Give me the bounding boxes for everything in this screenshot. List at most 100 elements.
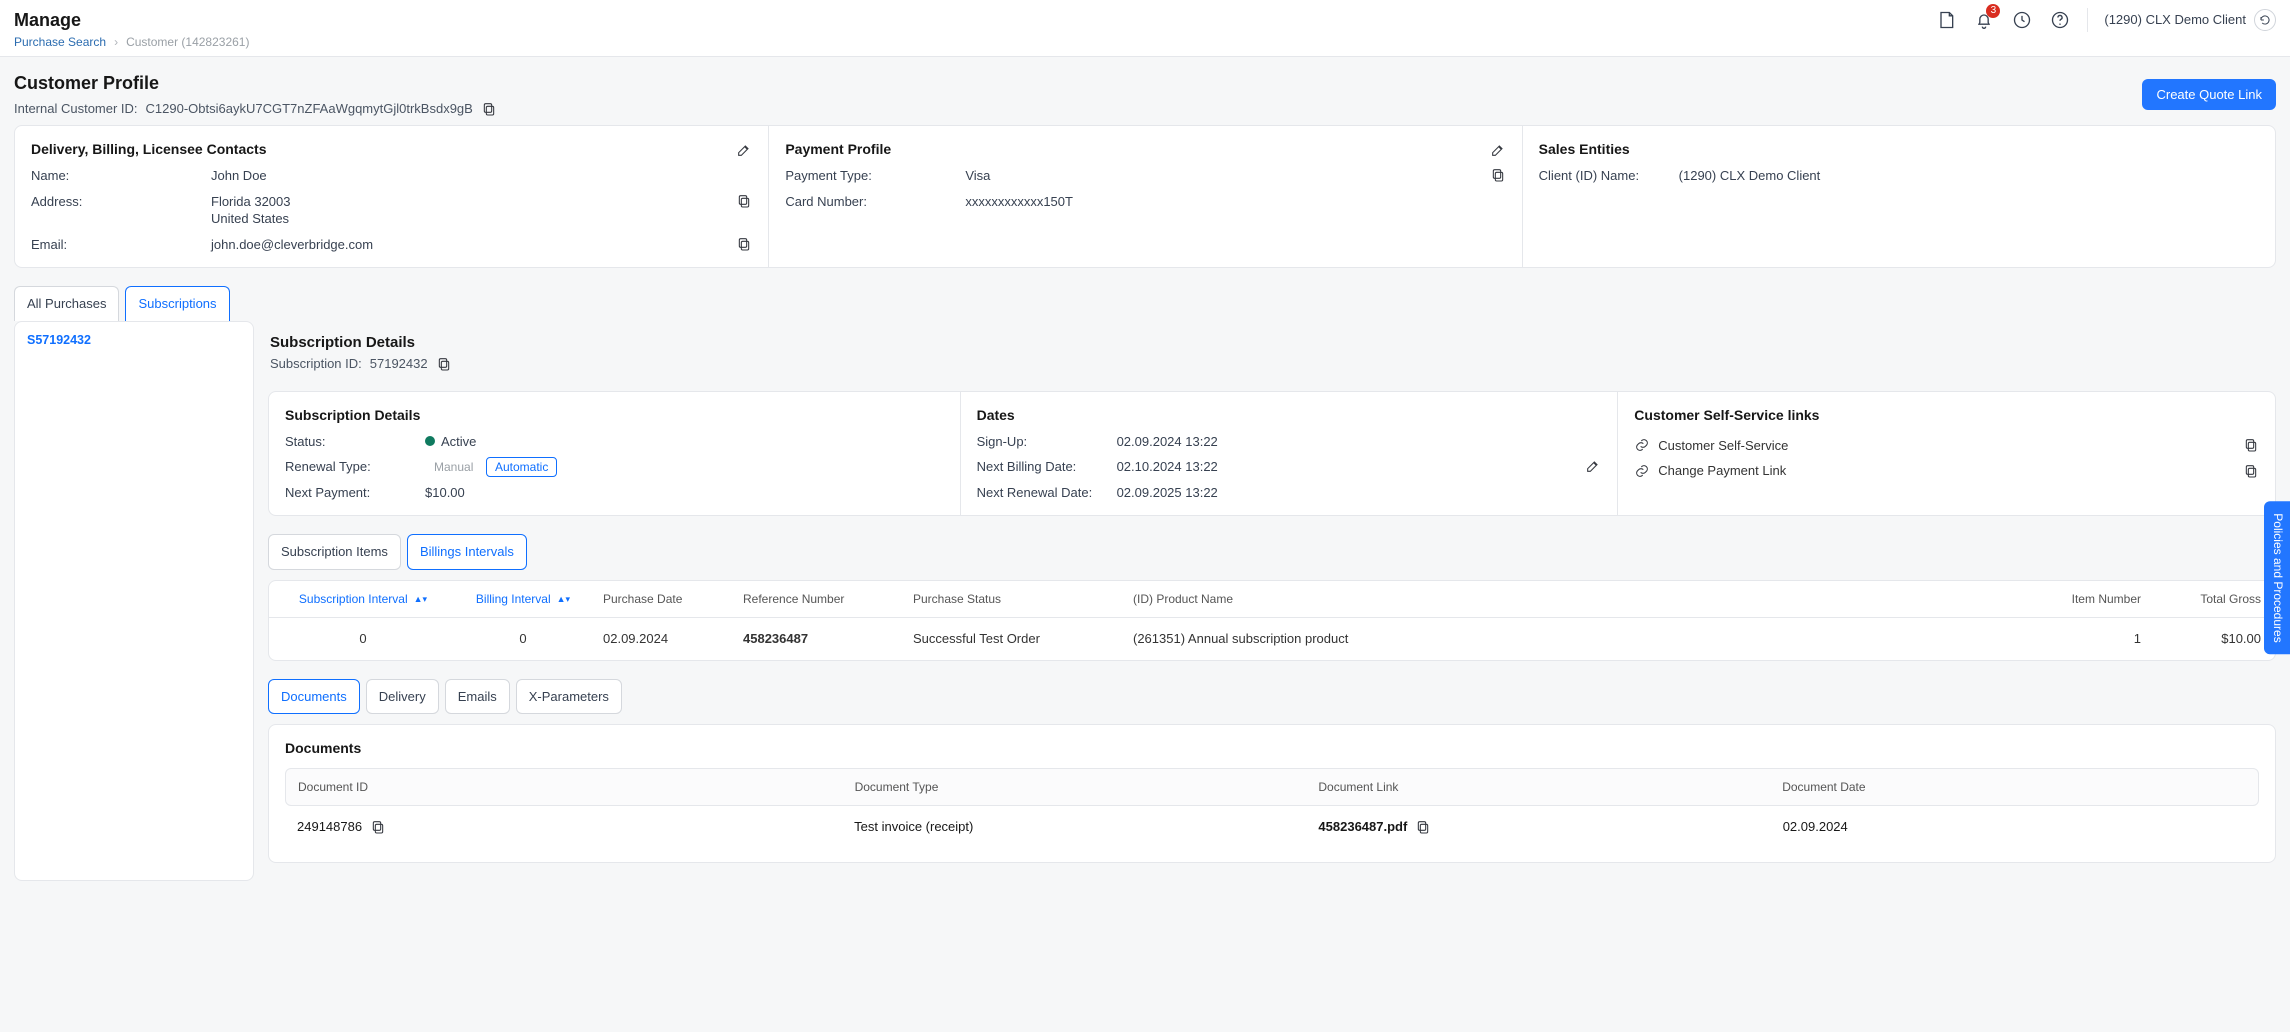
tab-subscriptions[interactable]: Subscriptions [125,286,229,321]
copy-icon[interactable] [370,819,386,835]
copy-icon[interactable] [481,101,497,117]
subscription-details-title: Subscription Details [270,333,2274,353]
table-row[interactable]: 0 0 02.09.2024 458236487 Successful Test… [269,618,2275,660]
create-quote-link-button[interactable]: Create Quote Link [2142,79,2276,110]
cell-item-number: 1 [2021,630,2141,648]
cell-bill-interval: 0 [443,630,603,648]
sales-title: Sales Entities [1539,140,1630,159]
edit-icon[interactable] [736,142,752,158]
link-icon [1634,437,1650,453]
breadcrumb: Purchase Search › Customer (142823261) [14,34,249,50]
status-dot-icon [425,436,435,446]
status-label: Status: [285,433,425,451]
copy-icon[interactable] [736,236,752,252]
cell-product: (261351) Annual subscription product [1133,630,2021,648]
breadcrumb-root[interactable]: Purchase Search [14,34,106,50]
card-label: Card Number: [785,193,965,211]
tab-all-purchases[interactable]: All Purchases [14,286,119,321]
link-icon [1634,463,1650,479]
self-service-title: Customer Self-Service links [1634,406,2259,425]
next-payment-value: $10.00 [425,484,944,502]
content-wrap: S57192432 Subscription Details Subscript… [0,321,2290,897]
info-panels: Delivery, Billing, Licensee Contacts Nam… [14,125,2276,268]
tab-documents[interactable]: Documents [268,679,360,715]
copy-icon[interactable] [1415,819,1431,835]
contacts-title: Delivery, Billing, Licensee Contacts [31,140,266,159]
main-tabs: All Purchases Subscriptions [14,286,2276,321]
sort-icon: ▲▾ [414,596,427,602]
tab-delivery[interactable]: Delivery [366,679,439,715]
th-total-gross: Total Gross [2141,591,2261,607]
doc-link[interactable]: 458236487.pdf [1318,818,1407,836]
refresh-icon[interactable] [2254,9,2276,31]
internal-id: C1290-Obtsi6aykU7CGT7nZFAaWgqmytGjl0trkB… [146,100,473,118]
copy-icon[interactable] [436,356,452,372]
renewal-manual[interactable]: Manual [425,457,482,477]
email-label: Email: [31,236,211,254]
copy-icon[interactable] [2243,463,2259,479]
th-doc-date: Document Date [1782,779,2246,795]
address-label: Address: [31,193,211,211]
sidebar-item-subscription[interactable]: S57192432 [27,332,241,349]
note-icon[interactable] [1935,9,1957,31]
th-billing-interval[interactable]: Billing Interval▲▾ [476,591,570,607]
details-title: Subscription Details [285,406,944,425]
copy-icon[interactable] [2243,437,2259,453]
next-billing-label: Next Billing Date: [977,458,1117,476]
breadcrumb-current: Customer (142823261) [126,34,249,50]
subscription-sidebar: S57192432 [14,321,254,881]
cell-purchase-date: 02.09.2024 [603,630,743,648]
th-doc-id: Document ID [298,779,855,795]
client-id-name-label: Client (ID) Name: [1539,167,1679,185]
self-service-link-row: Customer Self-Service [1634,433,2259,459]
documents-row: 249148786 Test invoice (receipt) 4582364… [285,806,2259,848]
documents-title: Documents [285,739,2259,758]
payment-type-label: Payment Type: [785,167,965,185]
status-value: Active [425,433,944,451]
divider [2087,8,2088,32]
details-grid: Subscription Details Status: Active Rene… [268,391,2276,517]
tab-subscription-items[interactable]: Subscription Items [268,534,401,570]
policies-side-tab[interactable]: Policies and Procedures [2264,501,2290,654]
payment-type-value: Visa [965,167,1489,185]
renewal-automatic[interactable]: Automatic [486,457,557,477]
cell-reference[interactable]: 458236487 [743,630,913,648]
subscription-id: 57192432 [370,355,428,373]
clock-icon[interactable] [2011,9,2033,31]
client-selector[interactable]: (1290) CLX Demo Client [2104,9,2276,31]
cell-sub-interval: 0 [283,630,443,648]
edit-icon[interactable] [1585,458,1601,474]
main: Subscription Details Subscription ID: 57… [268,321,2276,881]
copy-icon[interactable] [1490,167,1506,183]
tab-x-parameters[interactable]: X-Parameters [516,679,622,715]
tab-billing-intervals[interactable]: Billings Intervals [407,534,527,570]
details-col: Subscription Details Status: Active Rene… [269,392,960,516]
client-label: (1290) CLX Demo Client [2104,11,2246,29]
help-icon[interactable] [2049,9,2071,31]
contacts-panel: Delivery, Billing, Licensee Contacts Nam… [15,126,768,267]
documents-card: Documents Document ID Document Type Docu… [268,724,2276,863]
signup-label: Sign-Up: [977,433,1117,451]
next-renewal-label: Next Renewal Date: [977,484,1117,502]
documents-table-header: Document ID Document Type Document Link … [285,768,2259,806]
subscription-inner-tabs: Subscription Items Billings Intervals [268,534,2276,570]
name-value: John Doe [211,167,736,185]
tab-emails[interactable]: Emails [445,679,510,715]
th-subscription-interval[interactable]: Subscription Interval▲▾ [299,591,427,607]
th-purchase-date: Purchase Date [603,591,743,607]
change-payment-link-row: Change Payment Link [1634,458,2259,484]
self-service-col: Customer Self-Service links Customer Sel… [1617,392,2275,516]
payment-title: Payment Profile [785,140,891,159]
next-payment-label: Next Payment: [285,484,425,502]
edit-icon[interactable] [1490,142,1506,158]
self-service-link[interactable]: Customer Self-Service [1658,437,1788,455]
change-payment-link[interactable]: Change Payment Link [1658,462,1786,480]
copy-icon[interactable] [736,193,752,209]
app-title: Manage [14,8,249,32]
doc-date: 02.09.2024 [1783,818,2247,836]
payment-panel: Payment Profile Payment Type: Visa Card … [768,126,1521,267]
next-renewal-value: 02.09.2025 13:22 [1117,484,1586,502]
lower-tabs: Documents Delivery Emails X-Parameters [268,679,2276,715]
cell-status: Successful Test Order [913,630,1133,648]
bell-icon[interactable]: 3 [1973,9,1995,31]
